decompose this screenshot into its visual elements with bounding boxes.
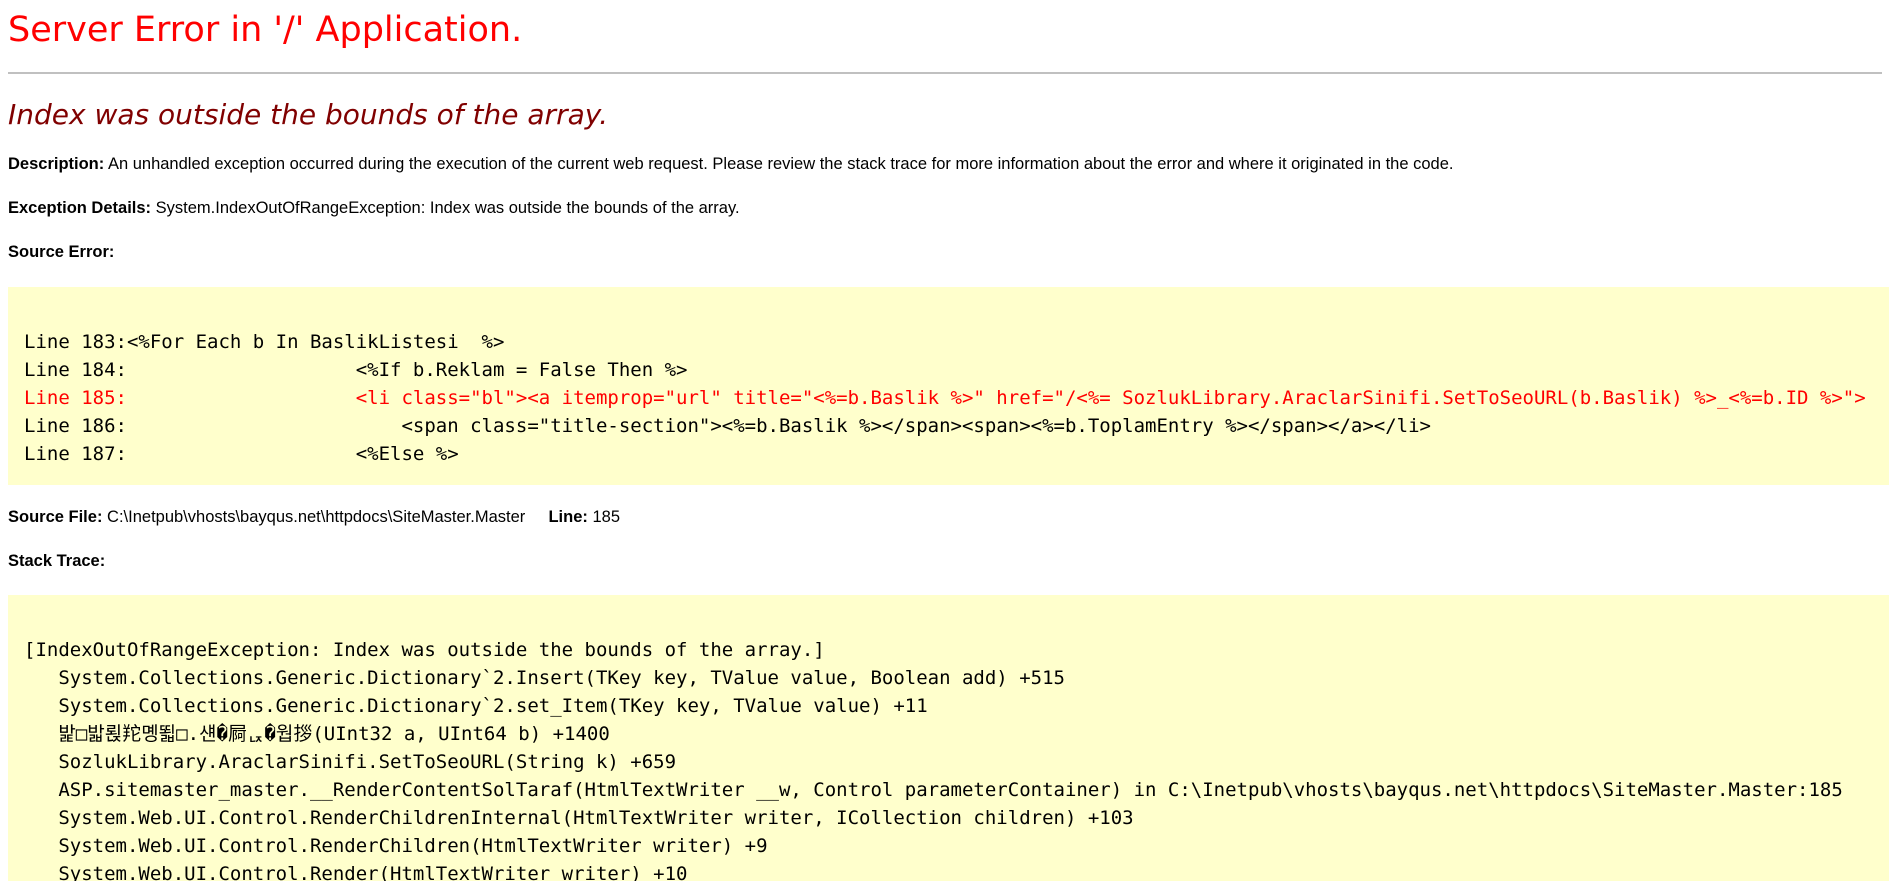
stack-line: [IndexOutOfRangeException: Index was out… [24, 639, 825, 661]
divider [8, 72, 1882, 74]
source-file-label: Source File: [8, 508, 103, 526]
stack-line: SozlukLibrary.AraclarSinifi.SetToSeoURL(… [24, 751, 677, 773]
source-error-label: Source Error: [8, 243, 115, 261]
source-line-error: Line 185: <li class="bl"><a itemprop="ur… [24, 387, 1866, 409]
source-error-code: Line 183:<%For Each b In BaslikListesi %… [8, 287, 1889, 485]
source-line: Line 183:<%For Each b In BaslikListesi %… [24, 331, 505, 353]
source-error-heading: Source Error: [8, 243, 114, 262]
stack-trace-code: [IndexOutOfRangeException: Index was out… [8, 595, 1889, 881]
description-text: An unhandled exception occurred during t… [107, 155, 1454, 173]
stack-line: System.Collections.Generic.Dictionary`2.… [24, 695, 928, 717]
stack-line: 밡□밟뢵䍫몡뙯□.섄�屙ᆬ�웝拶(UInt32 a, UInt64 b) +14… [24, 723, 610, 745]
stack-trace-heading: Stack Trace: [8, 552, 105, 571]
stack-line: System.Web.UI.Control.RenderChildrenInte… [24, 807, 1134, 829]
stack-line: System.Collections.Generic.Dictionary`2.… [24, 667, 1065, 689]
stack-line: System.Web.UI.Control.Render(HtmlTextWri… [24, 863, 688, 881]
description: Description: An unhandled exception occu… [8, 155, 1454, 174]
source-line: Line 187: <%Else %> [24, 443, 459, 465]
stack-line: System.Web.UI.Control.RenderChildren(Htm… [24, 835, 768, 857]
stack-line: ASP.sitemaster_master.__RenderContentSol… [24, 779, 1843, 801]
description-label: Description: [8, 155, 105, 173]
line-label: Line: [548, 508, 588, 526]
source-file-info: Source File: C:\Inetpub\vhosts\bayqus.ne… [8, 508, 620, 527]
line-value: 185 [592, 508, 621, 526]
exception-details-text: System.IndexOutOfRangeException: Index w… [155, 199, 740, 217]
error-message: Index was outside the bounds of the arra… [8, 98, 609, 131]
page-title: Server Error in '/' Application. [8, 10, 523, 50]
source-line: Line 186: <span class="title-section"><%… [24, 415, 1431, 437]
exception-details-label: Exception Details: [8, 199, 152, 217]
exception-details: Exception Details: System.IndexOutOfRang… [8, 199, 740, 218]
source-line: Line 184: <%If b.Reklam = False Then %> [24, 359, 688, 381]
stack-trace-label: Stack Trace: [8, 552, 106, 570]
source-file-value: C:\Inetpub\vhosts\bayqus.net\httpdocs\Si… [107, 508, 526, 526]
